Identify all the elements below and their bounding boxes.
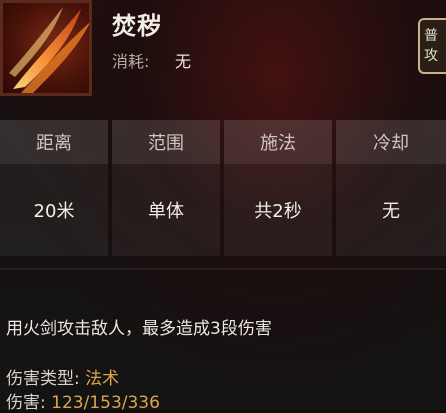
stat-value: 单体	[148, 201, 184, 222]
damage-type-label: 伤害类型:	[6, 369, 80, 389]
skill-description: 用火剑攻击敌人，最多造成3段伤害	[6, 319, 272, 339]
stat-cooldown: 冷却 无	[336, 120, 446, 256]
skill-tooltip-panel: 焚秽 消耗: 无 普 攻 距离 20米 范围 单体 施法 共2秒 冷却 无 用火…	[0, 0, 446, 413]
divider	[0, 268, 446, 270]
damage-type-value: 法术	[85, 369, 120, 389]
damage-label: 伤害:	[6, 393, 46, 413]
normal-attack-tab[interactable]: 普 攻	[418, 18, 446, 74]
stat-distance: 距离 20米	[0, 120, 108, 256]
stat-label: 冷却	[336, 120, 446, 164]
damage-type-row: 伤害类型: 法术	[6, 364, 119, 389]
damage-row: 伤害: 123/153/336	[6, 388, 160, 413]
stat-range: 范围 单体	[112, 120, 220, 256]
stat-value: 20米	[33, 201, 75, 222]
skill-name: 焚秽	[112, 12, 162, 40]
stat-label: 范围	[112, 120, 220, 164]
skill-icon	[0, 0, 92, 96]
stats-table: 距离 20米 范围 单体 施法 共2秒 冷却 无	[0, 120, 446, 256]
stat-label: 距离	[0, 120, 108, 164]
stat-cast: 施法 共2秒	[224, 120, 332, 256]
cost-value: 无	[175, 52, 192, 71]
tab-label-bottom: 攻	[424, 48, 438, 64]
tab-label-top: 普	[424, 28, 438, 44]
cost-label: 消耗:	[112, 52, 150, 71]
stat-value: 无	[382, 201, 400, 222]
stat-value: 共2秒	[254, 201, 302, 222]
stat-label: 施法	[224, 120, 332, 164]
damage-value: 123/153/336	[51, 393, 160, 413]
